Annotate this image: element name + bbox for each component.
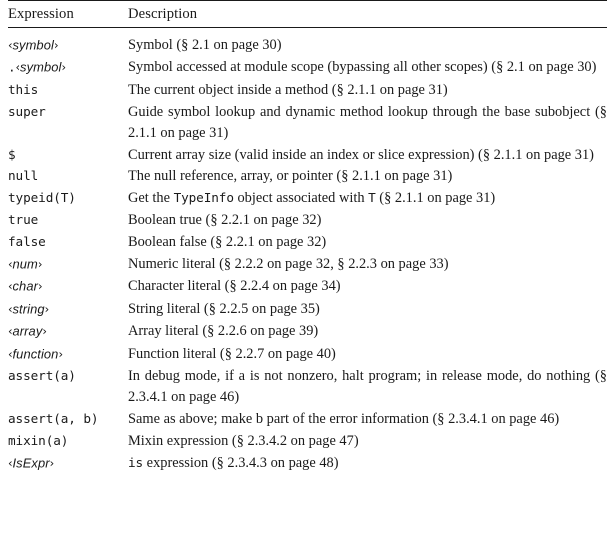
description-cell: The null reference, array, or pointer (§… xyxy=(128,168,453,185)
expression-cell: this xyxy=(8,81,39,97)
expression-cell: null xyxy=(8,168,39,184)
guillemet-close-icon: › xyxy=(61,60,66,75)
expression-cell: mixin(a) xyxy=(8,432,69,448)
description-cell: Array literal (§ 2.2.6 on page 39) xyxy=(128,323,319,340)
guillemet-close-icon: › xyxy=(37,257,43,272)
guillemet-close-icon: › xyxy=(37,279,43,294)
description-cell: In debug mode, if a is not nonzero, halt… xyxy=(128,368,607,405)
expression-placeholder: string xyxy=(12,301,45,317)
expression-placeholder: symbol xyxy=(12,37,54,53)
expression-cell: true xyxy=(8,212,39,228)
description-cell: Symbol accessed at module scope (bypassi… xyxy=(128,59,597,76)
table-row: mixin(a) Mixin expression (§ 2.3.4.2 on p… xyxy=(8,430,607,452)
table-row: null The null reference, array, or pointe… xyxy=(8,166,607,188)
table-row: ‹char› Character literal (§ 2.2.4 on page… xyxy=(8,276,607,298)
expression-cell: ‹function› xyxy=(8,343,128,365)
table-row: ‹IsExpr› is expression (§ 2.3.4.3 on page… xyxy=(8,452,607,474)
table-row: ‹array› Array literal (§ 2.2.6 on page 39… xyxy=(8,321,607,343)
inline-code: is xyxy=(128,454,144,470)
expression-reference-table: Expression Description ‹symbol› Symbol (§… xyxy=(0,0,615,475)
table-row: ‹num› Numeric literal (§ 2.2.2 on page 32… xyxy=(8,254,607,276)
expression-cell: ‹num› xyxy=(8,254,128,276)
table-body: ‹symbol› Symbol (§ 2.1 on page 30) .‹symbo… xyxy=(8,28,607,475)
inline-code: TypeInfo xyxy=(173,190,234,206)
description-cell: String literal (§ 2.2.5 on page 35) xyxy=(128,300,320,317)
expression-cell: false xyxy=(8,234,46,250)
expression-cell: assert(a, b) xyxy=(8,410,99,426)
table-row: assert(a, b) Same as above; make b part o… xyxy=(8,408,607,430)
expression-cell: ‹symbol› xyxy=(8,28,128,57)
description-text: expression (§ 2.3.4.3 on page 48) xyxy=(143,454,339,471)
table-row: ‹symbol› Symbol (§ 2.1 on page 30) xyxy=(8,28,607,57)
description-cell: Boolean false (§ 2.2.1 on page 32) xyxy=(128,234,327,251)
description-text: (§ 2.1.1 on page 31) xyxy=(375,190,496,207)
description-cell: Function literal (§ 2.2.7 on page 40) xyxy=(128,345,336,362)
description-cell: Symbol (§ 2.1 on page 30) xyxy=(128,37,282,53)
expression-placeholder: symbol xyxy=(20,59,62,75)
table-row: ‹string› String literal (§ 2.2.5 on page … xyxy=(8,298,607,320)
description-cell: Get the TypeInfo object associated with … xyxy=(128,188,607,210)
expression-cell: assert(a) xyxy=(8,368,76,384)
expression-cell: typeid(T) xyxy=(8,190,76,206)
guillemet-close-icon: › xyxy=(49,455,55,470)
expression-cell: ‹IsExpr› xyxy=(8,452,128,474)
table-row: typeid(T) Get the TypeInfo object associa… xyxy=(8,188,607,210)
description-cell: is expression (§ 2.3.4.3 on page 48) xyxy=(128,452,607,474)
expression-placeholder: array xyxy=(12,323,43,339)
table-row: this The current object inside a method (… xyxy=(8,79,607,101)
table-head: Expression Description xyxy=(8,0,607,28)
description-cell: The current object inside a method (§ 2.… xyxy=(128,81,448,98)
table-row: true Boolean true (§ 2.2.1 on page 32) xyxy=(8,210,607,232)
expression-cell: ‹string› xyxy=(8,298,128,320)
expression-placeholder: num xyxy=(12,256,38,272)
expression-cell: $ xyxy=(8,146,16,162)
description-cell: Same as above; make b part of the error … xyxy=(128,410,560,427)
guillemet-close-icon: › xyxy=(44,301,50,316)
column-header-description: Description xyxy=(128,1,607,28)
guillemet-close-icon: › xyxy=(42,324,47,339)
table-header-row: Expression Description xyxy=(8,1,607,28)
guillemet-close-icon: › xyxy=(53,38,59,52)
table-row: super Guide symbol lookup and dynamic met… xyxy=(8,101,607,144)
description-cell: Numeric literal (§ 2.2.2 on page 32, § 2… xyxy=(128,256,449,273)
expression-cell: ‹array› xyxy=(8,321,128,343)
expression-placeholder: char xyxy=(12,278,38,294)
table-row: $ Current array size (valid inside an ind… xyxy=(8,144,607,166)
expression-cell: super xyxy=(8,103,46,119)
description-text: object associated with xyxy=(233,190,369,207)
description-cell: Current array size (valid inside an inde… xyxy=(128,146,594,163)
description-cell: Boolean true (§ 2.2.1 on page 32) xyxy=(128,212,322,229)
expression-prefix: . xyxy=(8,59,16,75)
description-cell: Character literal (§ 2.2.4 on page 34) xyxy=(128,278,341,295)
description-cell: Mixin expression (§ 2.3.4.2 on page 47) xyxy=(128,432,359,449)
description-cell: Guide symbol lookup and dynamic method l… xyxy=(128,103,607,141)
table-row: ‹function› Function literal (§ 2.2.7 on p… xyxy=(8,343,607,365)
expression-placeholder: function xyxy=(12,346,59,362)
expression-cell: ‹char› xyxy=(8,276,128,298)
guillemet-close-icon: › xyxy=(58,346,63,361)
table-row: assert(a) In debug mode, if a is not nonz… xyxy=(8,366,607,409)
spec-table: Expression Description ‹symbol› Symbol (§… xyxy=(8,0,607,475)
table-row: false Boolean false (§ 2.2.1 on page 32) xyxy=(8,232,607,254)
column-header-expression: Expression xyxy=(8,1,128,28)
expression-placeholder: IsExpr xyxy=(12,455,50,471)
description-text: Get the xyxy=(128,190,174,207)
table-row: .‹symbol› Symbol accessed at module scope… xyxy=(8,57,607,79)
inline-code: T xyxy=(368,190,376,206)
expression-cell: .‹symbol› xyxy=(8,57,128,79)
